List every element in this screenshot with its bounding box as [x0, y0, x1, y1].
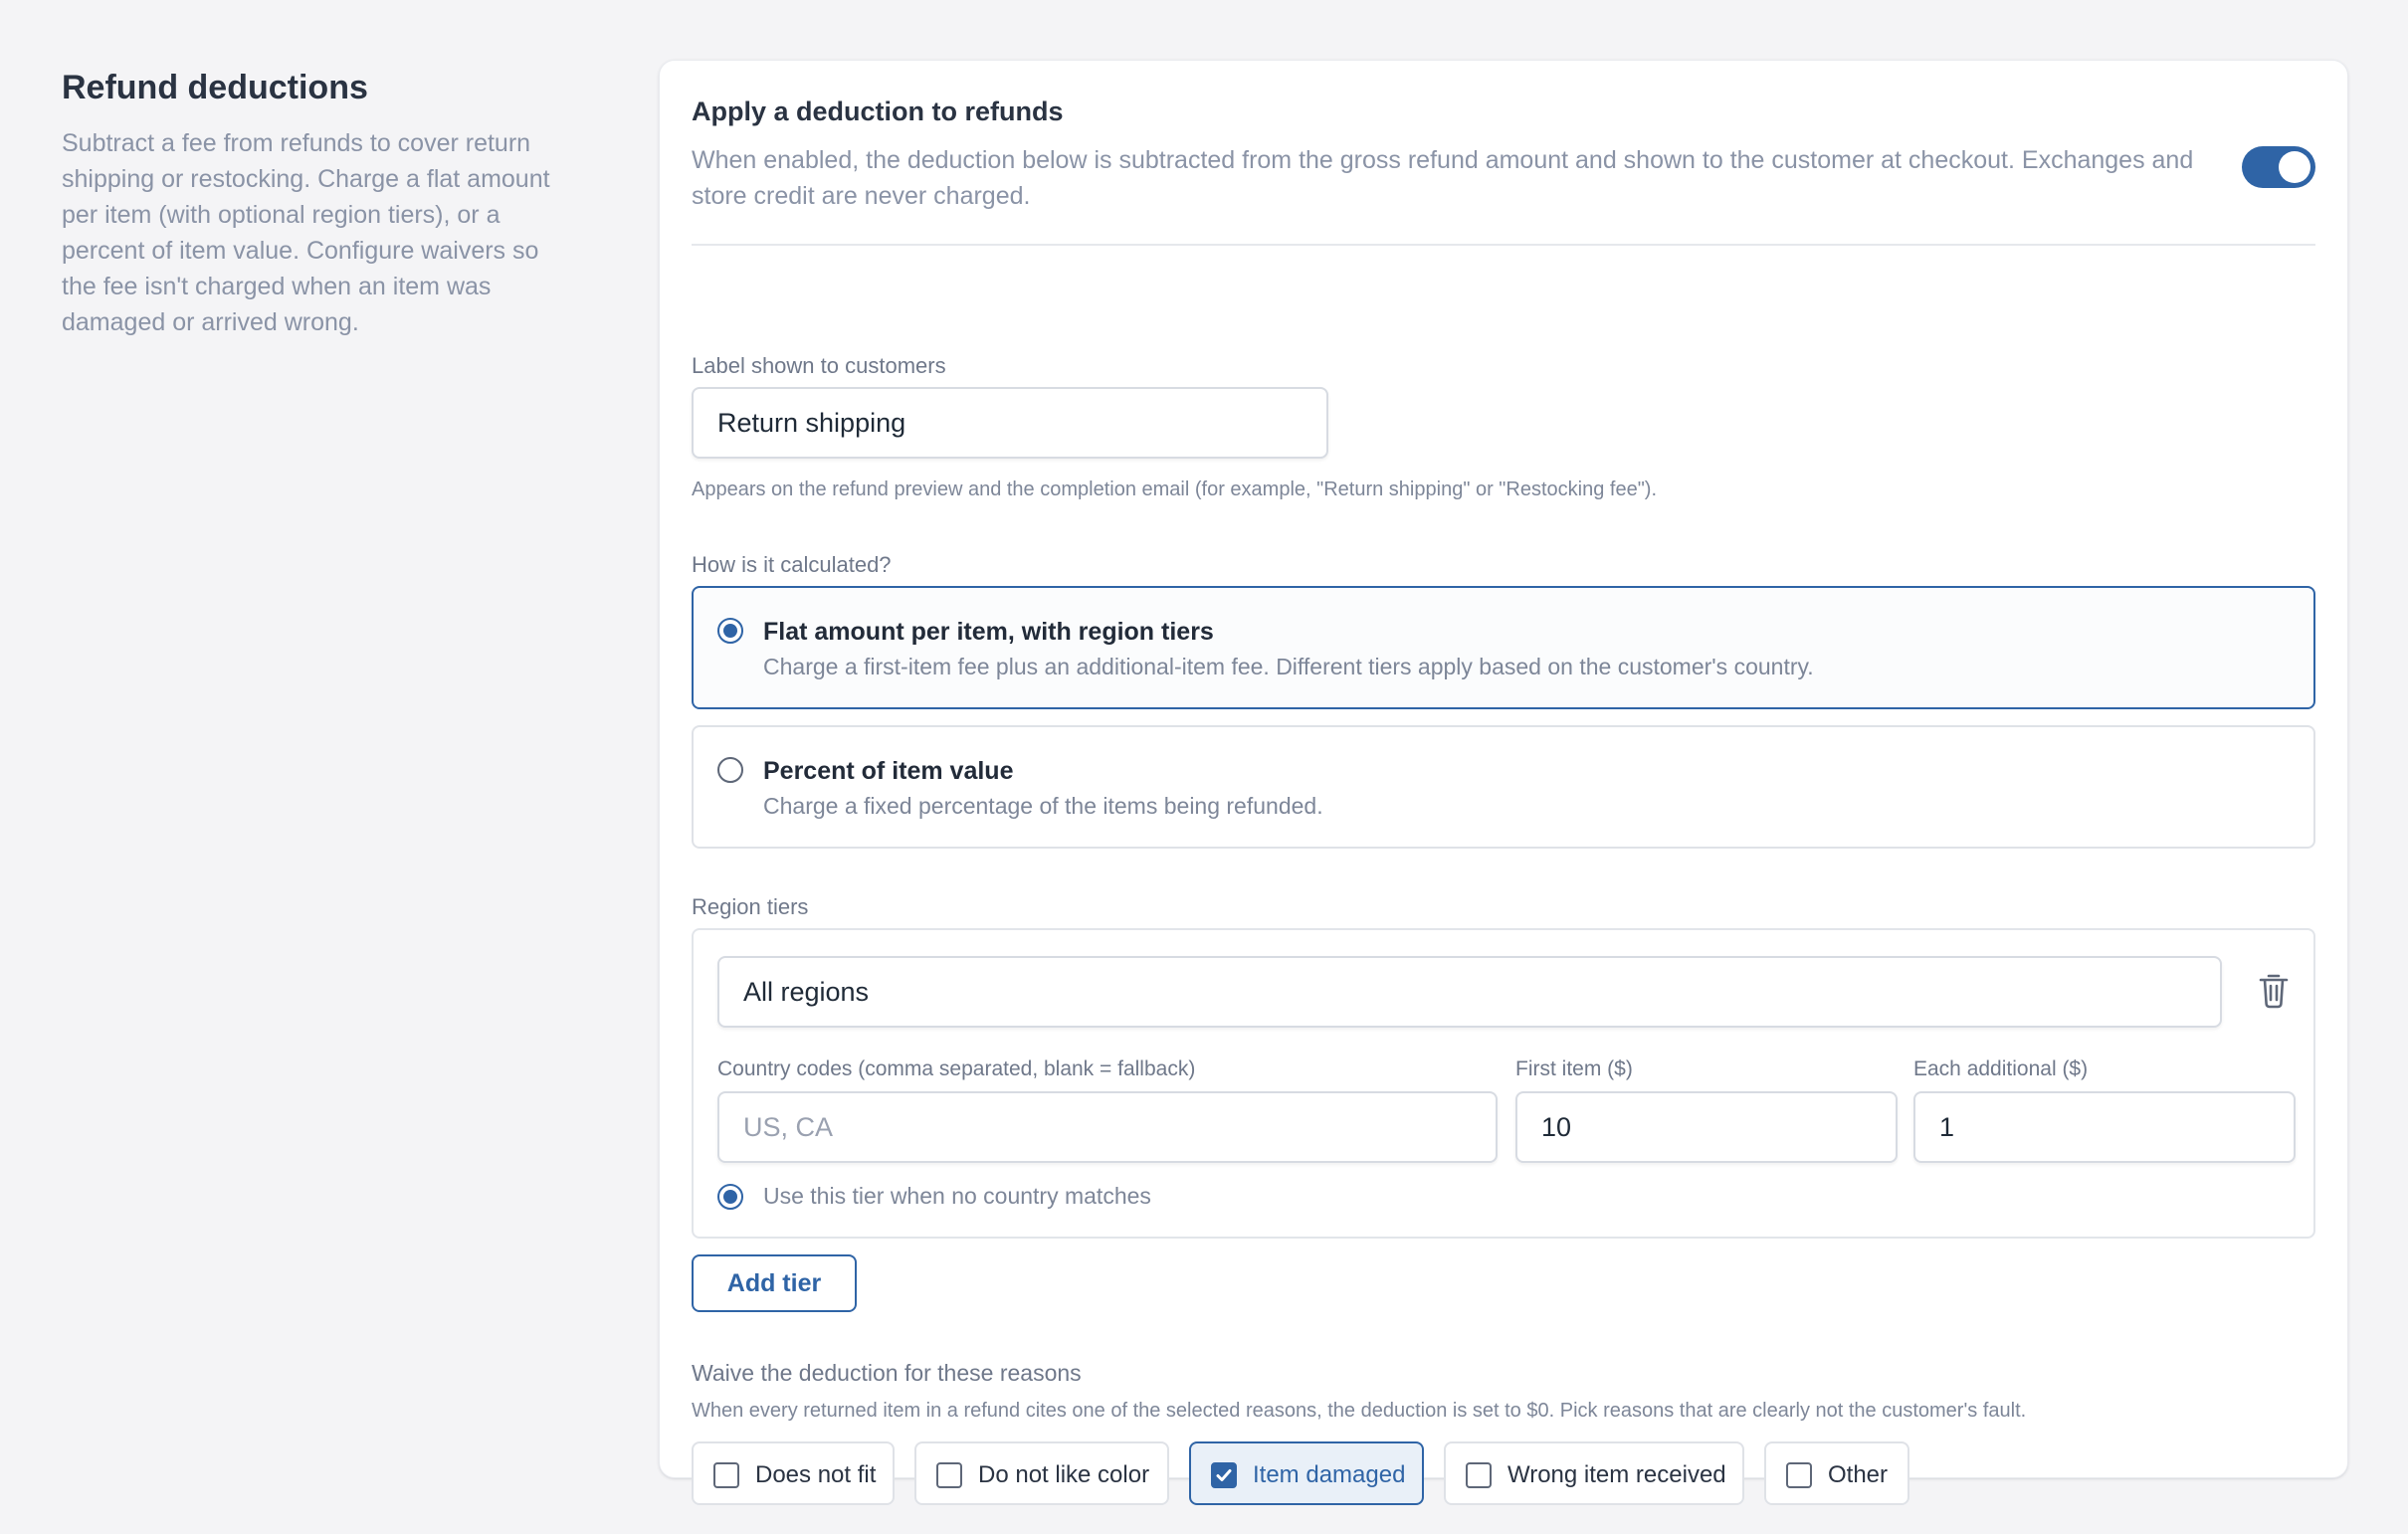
checkbox[interactable]: [1786, 1462, 1812, 1488]
enable-description: When enabled, the deduction below is sub…: [692, 146, 2194, 210]
checkbox[interactable]: [936, 1462, 962, 1488]
toggle-knob: [2279, 151, 2310, 183]
settings-card: Apply a deduction to refunds When enable…: [659, 60, 2348, 1505]
first-item-label: First item ($): [1515, 1057, 1633, 1080]
option-description: Charge a first-item fee plus an addition…: [763, 654, 1814, 679]
option-flat-amount[interactable]: Flat amount per item, with region tiers …: [692, 586, 2315, 709]
section-intro: Refund deductions Subtract a fee from re…: [62, 66, 579, 340]
customer-label-input[interactable]: [692, 387, 1328, 459]
chip-label: Does not fit: [755, 1461, 877, 1488]
first-item-input[interactable]: [1515, 1091, 1898, 1163]
reason-chip-do-not-like-color[interactable]: Do not like color: [914, 1441, 1169, 1505]
checkbox[interactable]: [713, 1462, 739, 1488]
enable-title: Apply a deduction to refunds: [692, 96, 1064, 126]
checkbox[interactable]: [1211, 1462, 1237, 1488]
section-title: Refund deductions: [62, 69, 368, 106]
percent-value-radio[interactable]: [717, 757, 743, 783]
chip-label: Item damaged: [1253, 1461, 1406, 1488]
chip-label: Wrong item received: [1507, 1461, 1726, 1488]
reason-chip-wrong-item-received[interactable]: Wrong item received: [1444, 1441, 1744, 1505]
region-tiers-label: Region tiers: [692, 894, 809, 919]
waive-description: When every returned item in a refund cit…: [692, 1400, 2027, 1422]
country-codes-input[interactable]: [717, 1091, 1498, 1163]
label-field-label: Label shown to customers: [692, 353, 946, 378]
each-additional-input[interactable]: [1913, 1091, 2296, 1163]
calculation-label: How is it calculated?: [692, 552, 892, 577]
label-helper-text: Appears on the refund preview and the co…: [692, 479, 1658, 500]
waive-label: Waive the deduction for these reasons: [692, 1360, 1082, 1386]
section-description: Subtract a fee from refunds to cover ret…: [62, 129, 550, 336]
option-title: Percent of item value: [763, 757, 1014, 785]
flat-amount-radio[interactable]: [717, 618, 743, 644]
checkbox[interactable]: [1466, 1462, 1492, 1488]
option-description: Charge a fixed percentage of the items b…: [763, 793, 1323, 819]
country-codes-label: Country codes (comma separated, blank = …: [717, 1057, 1196, 1080]
trash-icon[interactable]: [2256, 970, 2292, 1010]
region-tier-card: Country codes (comma separated, blank = …: [692, 928, 2315, 1239]
reason-chip-does-not-fit[interactable]: Does not fit: [692, 1441, 895, 1505]
divider: [692, 244, 2315, 246]
fallback-tier-label: Use this tier when no country matches: [763, 1183, 1151, 1209]
option-percent-value[interactable]: Percent of item value Charge a fixed per…: [692, 725, 2315, 849]
enable-deduction-toggle[interactable]: [2242, 146, 2315, 188]
each-additional-label: Each additional ($): [1913, 1057, 2089, 1080]
fallback-tier-radio[interactable]: [717, 1184, 743, 1210]
chip-label: Do not like color: [978, 1461, 1150, 1488]
option-title: Flat amount per item, with region tiers: [763, 618, 1214, 646]
tier-name-input[interactable]: [717, 956, 2222, 1028]
chip-label: Other: [1828, 1461, 1889, 1488]
reason-chip-item-damaged[interactable]: Item damaged: [1189, 1441, 1424, 1505]
add-tier-button[interactable]: Add tier: [692, 1254, 857, 1312]
check-icon: [1216, 1469, 1232, 1481]
reason-chip-other[interactable]: Other: [1764, 1441, 1909, 1505]
